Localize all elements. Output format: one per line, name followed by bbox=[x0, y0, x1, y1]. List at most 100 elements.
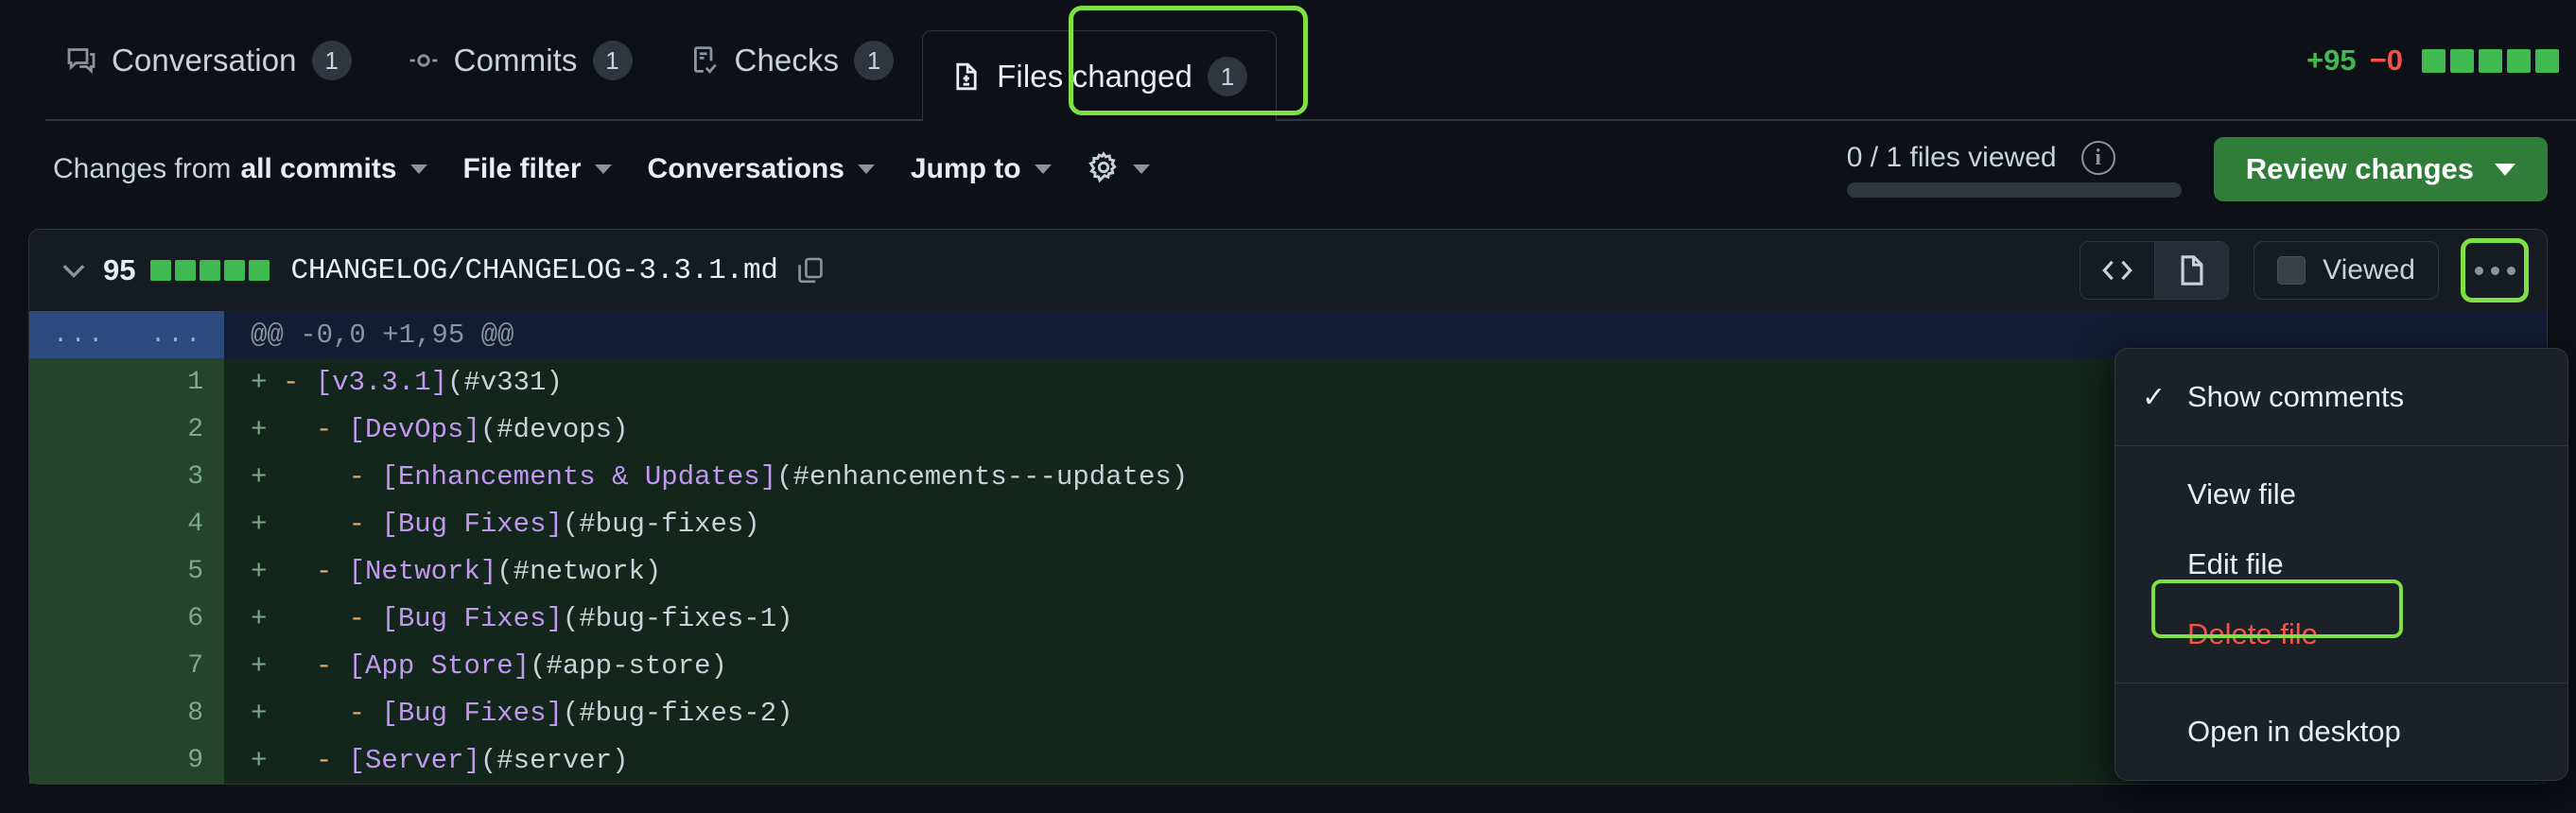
markdown-link-target: (#network) bbox=[496, 555, 662, 587]
tab-conversation[interactable]: Conversation 1 bbox=[38, 0, 380, 121]
markdown-bullet: - bbox=[348, 508, 382, 540]
menu-item-label: Show comments bbox=[2187, 380, 2405, 413]
diff-line-marker: + bbox=[251, 508, 268, 540]
info-icon[interactable]: i bbox=[2080, 141, 2115, 175]
file-filter-dropdown[interactable]: File filter bbox=[463, 153, 612, 185]
chevron-down-icon bbox=[1132, 164, 1150, 174]
conversations-label: Conversations bbox=[647, 153, 844, 184]
diff-line-marker: + bbox=[251, 649, 268, 682]
markdown-bullet: - bbox=[348, 697, 382, 729]
menu-item-open-in-desktop[interactable]: Open in desktop bbox=[2115, 697, 2567, 767]
diff-line-number-old[interactable] bbox=[29, 453, 127, 500]
diff-line-indent bbox=[283, 698, 349, 729]
file-header-actions: Viewed bbox=[2080, 241, 2526, 300]
view-rendered-button[interactable] bbox=[2154, 242, 2229, 299]
diff-stat-blocks bbox=[2422, 48, 2559, 73]
menu-separator bbox=[2115, 445, 2567, 446]
diff-line-number-new[interactable]: 1 bbox=[127, 358, 224, 406]
view-source-button[interactable] bbox=[2080, 242, 2155, 299]
chevron-down-icon bbox=[594, 164, 612, 174]
diff-settings-dropdown[interactable] bbox=[1088, 150, 1150, 188]
diff-line-number-new[interactable]: 7 bbox=[127, 642, 224, 689]
diff-line-indent bbox=[283, 414, 316, 445]
review-changes-button[interactable]: Review changes bbox=[2213, 137, 2548, 201]
check-icon: ✓ bbox=[2142, 381, 2167, 413]
diff-line-indent bbox=[283, 603, 349, 634]
diff-line-number-old[interactable] bbox=[29, 406, 127, 453]
changes-from-dropdown[interactable]: Changes from all commits bbox=[53, 153, 427, 185]
files-viewed-label: 0 / 1 files viewed bbox=[1846, 142, 2057, 173]
diff-line-number-old[interactable] bbox=[29, 358, 127, 406]
jump-to-label: Jump to bbox=[910, 153, 1021, 184]
viewed-checkbox-button[interactable]: Viewed bbox=[2254, 241, 2439, 300]
diff-toolbar-filters: Changes from all commits File filter Con… bbox=[53, 150, 1150, 188]
tab-counter: 1 bbox=[1207, 56, 1247, 96]
tab-commits[interactable]: Commits 1 bbox=[380, 0, 661, 121]
file-actions-kebab-button[interactable] bbox=[2463, 241, 2526, 300]
tab-counter: 1 bbox=[854, 41, 895, 80]
file-path[interactable]: CHANGELOG/CHANGELOG-3.3.1.md bbox=[290, 254, 777, 287]
hunk-gutter-left[interactable]: ... bbox=[29, 311, 127, 358]
markdown-bullet: - bbox=[348, 602, 382, 634]
diff-line-number-new[interactable]: 5 bbox=[127, 547, 224, 595]
viewed-checkbox[interactable] bbox=[2277, 256, 2306, 285]
markdown-bullet: - bbox=[315, 413, 349, 445]
file-diff-icon bbox=[951, 61, 982, 92]
menu-item-delete-file[interactable]: Delete file bbox=[2115, 599, 2567, 669]
markdown-bullet: - bbox=[348, 460, 382, 493]
markdown-link-text: [Server] bbox=[348, 744, 480, 776]
diff-line-number-old[interactable] bbox=[29, 547, 127, 595]
jump-to-dropdown[interactable]: Jump to bbox=[911, 153, 1052, 185]
diff-line-number-old[interactable] bbox=[29, 736, 127, 784]
diff-line-number-new[interactable]: 4 bbox=[127, 500, 224, 547]
menu-item-label: Delete file bbox=[2187, 617, 2318, 650]
conversations-dropdown[interactable]: Conversations bbox=[648, 153, 875, 185]
markdown-link-target: (#enhancements---updates) bbox=[776, 460, 1189, 493]
menu-item-show-comments[interactable]: ✓ Show comments bbox=[2115, 362, 2567, 432]
diff-line-indent bbox=[283, 509, 349, 540]
markdown-bullet: - bbox=[315, 555, 349, 587]
copy-path-icon[interactable] bbox=[795, 255, 826, 285]
diff-line-number-old[interactable] bbox=[29, 500, 127, 547]
tab-label: Commits bbox=[453, 43, 578, 78]
markdown-link-target: (#v331) bbox=[447, 366, 563, 398]
files-viewed-progress-group: 0 / 1 files viewed i bbox=[1846, 141, 2182, 198]
chevron-down-icon bbox=[409, 164, 427, 174]
pr-tabs: Conversation 1 Commits 1 Checks 1 Files … bbox=[38, 0, 1277, 121]
checklist-icon bbox=[689, 45, 720, 76]
diff-toolbar: Changes from all commits File filter Con… bbox=[0, 121, 2576, 217]
diff-line-number-new[interactable]: 3 bbox=[127, 453, 224, 500]
diff-line-number-new[interactable]: 8 bbox=[127, 689, 224, 736]
diff-line-number-new[interactable]: 9 bbox=[127, 736, 224, 784]
diff-line-indent bbox=[283, 556, 316, 587]
diff-line-number-new[interactable]: 6 bbox=[127, 595, 224, 642]
tab-label: Files changed bbox=[997, 58, 1192, 94]
git-commit-icon bbox=[409, 45, 439, 76]
chevron-down-icon[interactable] bbox=[58, 254, 90, 286]
changes-from-prefix: Changes from bbox=[53, 153, 232, 184]
markdown-link-text: [DevOps] bbox=[348, 413, 480, 445]
diff-line-marker: + bbox=[251, 697, 268, 729]
files-viewed-progress-bar bbox=[1846, 182, 2182, 198]
menu-item-view-file[interactable]: View file bbox=[2115, 459, 2567, 529]
diff-line-number-old[interactable] bbox=[29, 642, 127, 689]
chevron-down-icon bbox=[857, 164, 875, 174]
diff-line-marker: + bbox=[251, 602, 268, 634]
files-viewed-row: 0 / 1 files viewed i bbox=[1847, 141, 2115, 175]
markdown-link-target: (#server) bbox=[479, 744, 629, 776]
tab-label: Conversation bbox=[112, 43, 297, 78]
tab-checks[interactable]: Checks 1 bbox=[661, 0, 923, 121]
menu-item-label: Edit file bbox=[2187, 547, 2284, 580]
diff-line-number-new[interactable]: 2 bbox=[127, 406, 224, 453]
diff-deletions: −0 bbox=[2369, 43, 2403, 77]
markdown-link-text: [Enhancements & Updates] bbox=[381, 460, 777, 493]
changes-from-value: all commits bbox=[240, 153, 397, 184]
hunk-gutter-right[interactable]: ... bbox=[127, 311, 224, 358]
file-actions-menu-items: ✓ Show comments View file Edit file Delete f… bbox=[2115, 362, 2567, 767]
diff-line-number-old[interactable] bbox=[29, 689, 127, 736]
file-change-count: 95 bbox=[103, 253, 136, 286]
diff-line-number-old[interactable] bbox=[29, 595, 127, 642]
menu-item-edit-file[interactable]: Edit file bbox=[2115, 529, 2567, 599]
chevron-down-icon bbox=[1034, 164, 1052, 174]
tab-files-changed[interactable]: Files changed 1 bbox=[922, 30, 1277, 121]
